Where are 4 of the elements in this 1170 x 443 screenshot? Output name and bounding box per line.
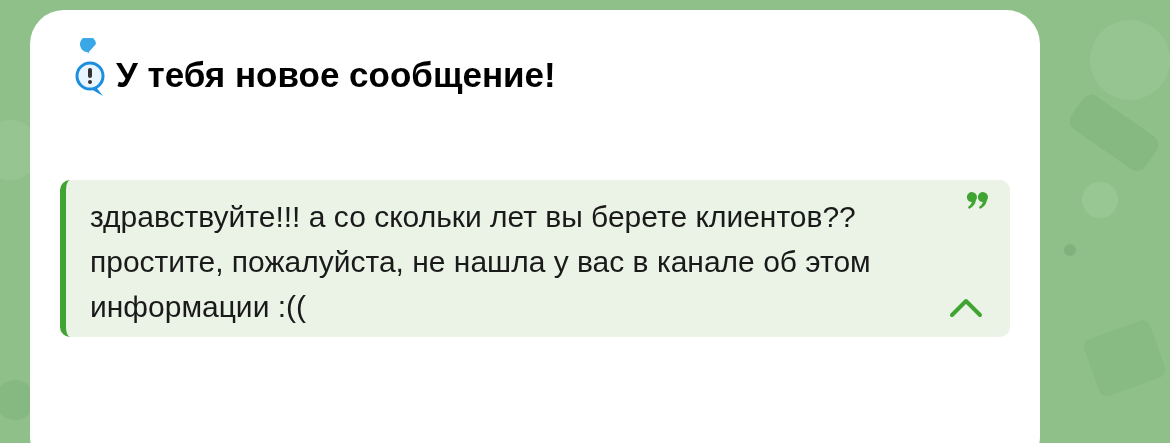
quote-text: простите, пожалуйста, не нашла у вас в канале об этом информации :(( <box>90 244 872 325</box>
quote-text: здравствуйте!!! а со скольки лет вы берете клиентов?? <box>90 199 857 235</box>
message-title: У тебя новое сообщение! <box>116 56 556 92</box>
quote-icon <box>966 192 988 210</box>
